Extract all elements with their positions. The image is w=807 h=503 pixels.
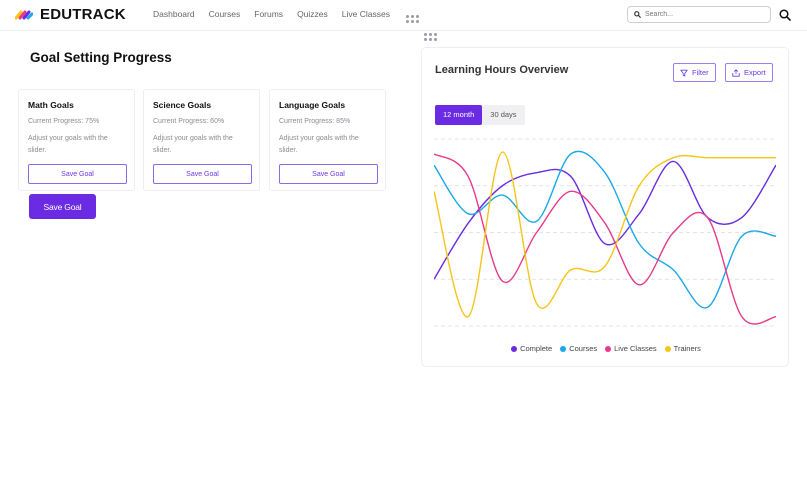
goal-card-title: Math Goals xyxy=(28,100,74,110)
series-line-complete[interactable] xyxy=(434,160,776,280)
filter-button[interactable]: Filter xyxy=(673,63,716,82)
main-nav: Dashboard Courses Forums Quizzes Live Cl… xyxy=(146,0,397,31)
legend-dot xyxy=(664,345,671,352)
series-line-trainers[interactable] xyxy=(434,151,776,318)
learning-hours-line-chart xyxy=(434,138,776,327)
drag-handle-icon[interactable] xyxy=(406,15,419,23)
panel-title: Learning Hours Overview xyxy=(435,64,569,76)
top-navigation-bar: EDUTRACK Dashboard Courses Forums Quizze… xyxy=(0,0,807,31)
goal-hint: Adjust your goals with the slider. xyxy=(153,135,233,154)
chart-legend: Complete Courses Live Classes Trainers xyxy=(422,344,790,353)
legend-dot xyxy=(511,345,518,352)
legend-item-trainers[interactable]: Trainers xyxy=(664,344,701,353)
legend-label: Complete xyxy=(520,344,553,353)
brand-name: EDUTRACK xyxy=(40,6,126,23)
search-icon xyxy=(634,11,641,18)
goal-card-title: Science Goals xyxy=(153,100,212,110)
filter-icon xyxy=(680,69,688,77)
legend-label: Live Classes xyxy=(614,344,657,353)
nav-quizzes[interactable]: Quizzes xyxy=(290,0,335,31)
goal-progress: Current Progress: 60% xyxy=(153,118,225,125)
range-30-days[interactable]: 30 days xyxy=(482,105,524,125)
save-goal-button[interactable]: Save Goal xyxy=(279,164,378,184)
export-label: Export xyxy=(744,68,766,77)
save-goal-primary-button[interactable]: Save Goal xyxy=(29,194,96,219)
legend-dot xyxy=(605,345,612,352)
save-goal-button[interactable]: Save Goal xyxy=(153,164,252,184)
search-input[interactable] xyxy=(645,11,755,18)
edutrack-logo-icon xyxy=(15,10,33,19)
search-button[interactable] xyxy=(779,8,791,26)
goal-hint: Adjust your goals with the slider. xyxy=(279,135,359,154)
goals-title: Goal Setting Progress xyxy=(30,50,172,65)
goal-progress: Current Progress: 85% xyxy=(279,118,351,125)
panel-drag-handle-icon[interactable] xyxy=(424,33,437,41)
nav-dashboard[interactable]: Dashboard xyxy=(146,0,202,31)
goal-card-language: Language Goals Current Progress: 85% Adj… xyxy=(269,89,386,191)
legend-label: Trainers xyxy=(673,344,701,353)
nav-forums[interactable]: Forums xyxy=(247,0,290,31)
legend-item-complete[interactable]: Complete xyxy=(511,344,552,353)
nav-live-classes[interactable]: Live Classes xyxy=(335,0,397,31)
export-button[interactable]: Export xyxy=(725,63,773,82)
filter-label: Filter xyxy=(692,68,709,77)
legend-label: Courses xyxy=(569,344,598,353)
legend-dot xyxy=(560,345,567,352)
range-toggle: 12 month 30 days xyxy=(435,105,525,125)
goal-progress: Current Progress: 75% xyxy=(28,118,100,125)
export-icon xyxy=(732,68,740,77)
goal-card-math: Math Goals Current Progress: 75% Adjust … xyxy=(18,89,135,191)
search-box[interactable] xyxy=(627,6,771,23)
goal-card-science: Science Goals Current Progress: 60% Adju… xyxy=(143,89,260,191)
save-goal-button[interactable]: Save Goal xyxy=(28,164,127,184)
range-12-month[interactable]: 12 month xyxy=(435,105,483,125)
learning-hours-panel: Learning Hours Overview Filter Export 12… xyxy=(421,47,789,367)
series-line-live-classes[interactable] xyxy=(434,153,776,325)
goal-hint: Adjust your goals with the slider. xyxy=(28,135,108,154)
nav-courses[interactable]: Courses xyxy=(202,0,248,31)
magnifier-icon xyxy=(779,9,791,21)
goal-card-title: Language Goals xyxy=(279,100,346,110)
legend-item-live-classes[interactable]: Live Classes xyxy=(605,344,657,353)
brand[interactable]: EDUTRACK xyxy=(15,6,126,23)
legend-item-courses[interactable]: Courses xyxy=(560,344,597,353)
